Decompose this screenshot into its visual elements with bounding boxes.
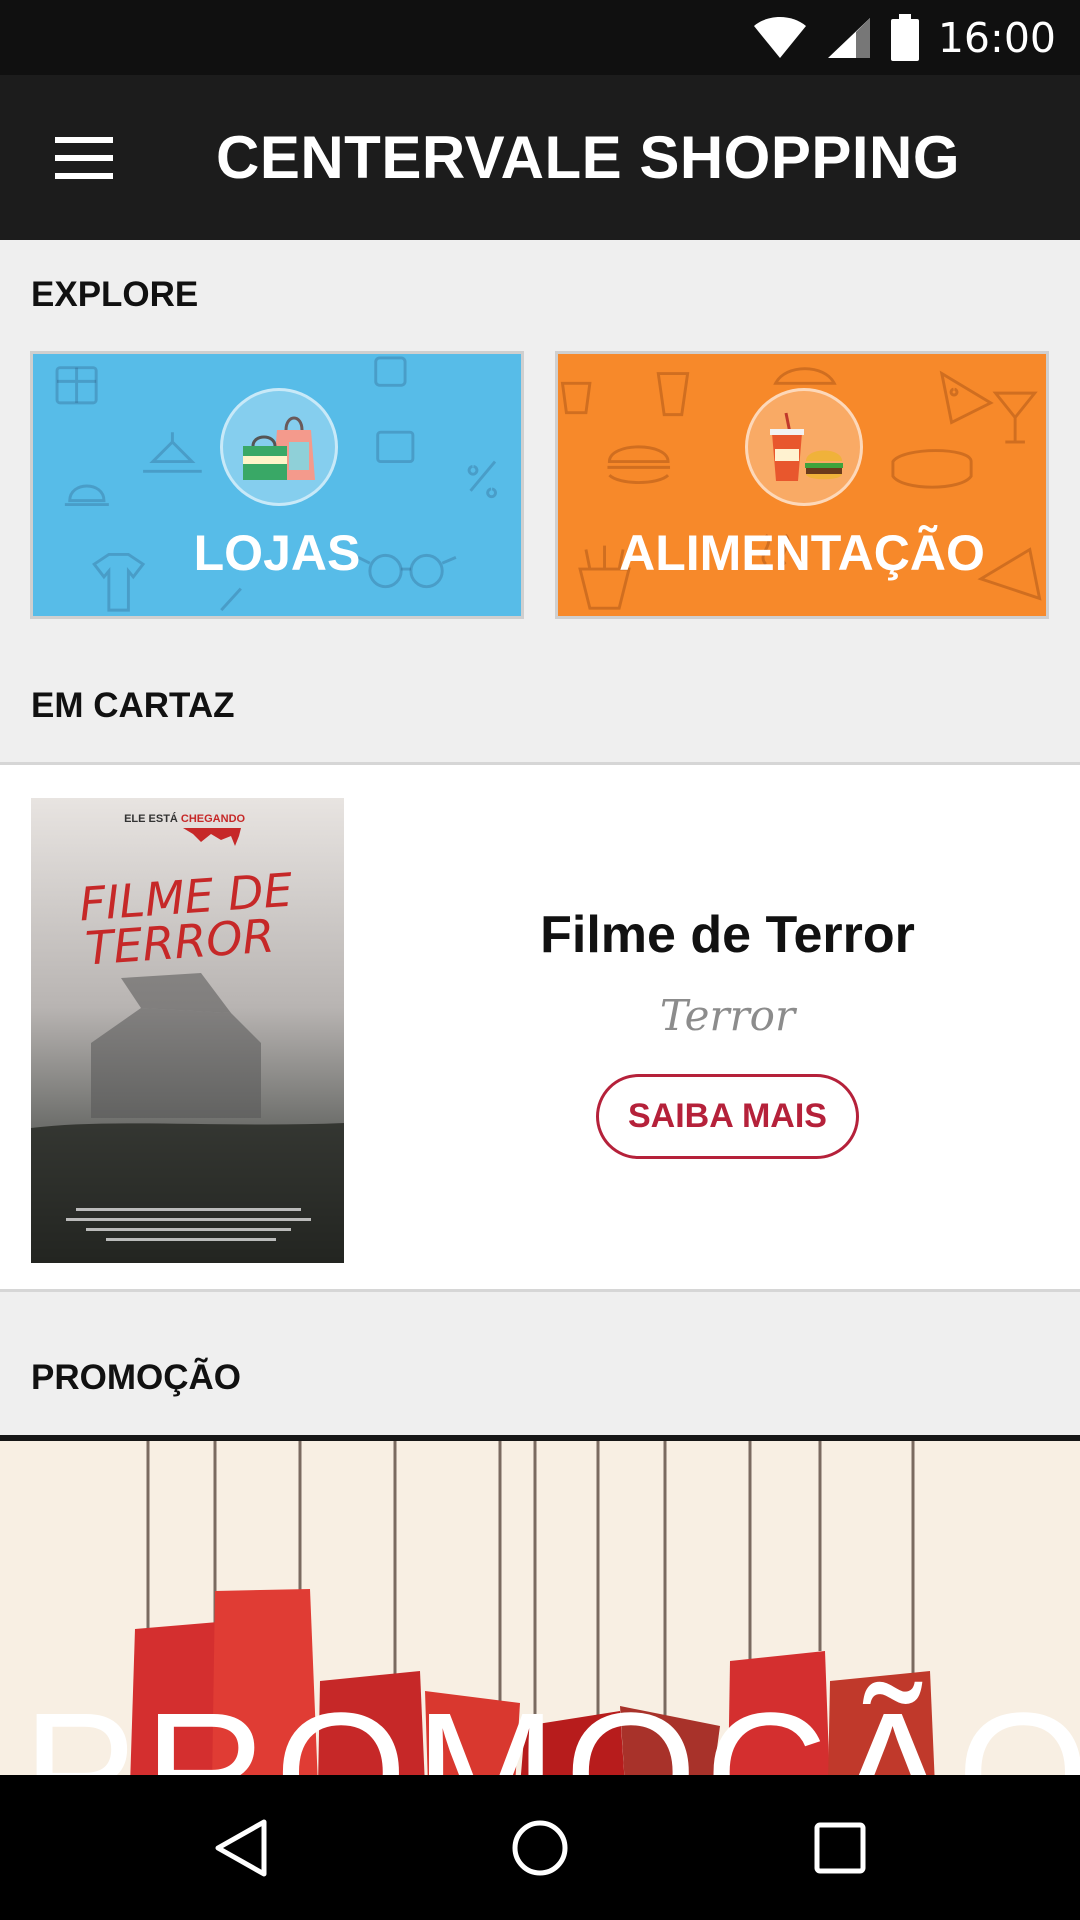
hamburger-menu-icon bbox=[55, 137, 113, 179]
promo-banner-image: PROMOÇÃO bbox=[23, 1441, 1080, 1775]
horror-poster-image: ELE ESTÁ CHEGANDO FILME DE TERROR bbox=[31, 798, 344, 1263]
alimentacao-label: ALIMENTAÇÃO bbox=[619, 525, 985, 581]
poster-tagline: ELE ESTÁ bbox=[124, 812, 178, 825]
clock: 16:00 bbox=[937, 13, 1056, 62]
em-cartaz-heading: EM CARTAZ bbox=[31, 686, 235, 725]
recents-icon bbox=[814, 1822, 866, 1874]
status-bar: 16:00 bbox=[0, 0, 1080, 75]
saiba-mais-button[interactable]: SAIBA MAIS bbox=[596, 1074, 859, 1159]
wifi-icon bbox=[753, 16, 806, 58]
alimentacao-tile[interactable]: ALIMENTAÇÃO bbox=[555, 351, 1049, 619]
recents-button[interactable] bbox=[780, 1803, 900, 1893]
food-drink-icon bbox=[770, 412, 843, 481]
poster-tagline-highlight: CHEGANDO bbox=[181, 813, 246, 825]
lojas-label: LOJAS bbox=[193, 525, 361, 581]
movie-info: Filme de Terror Terror SAIBA MAIS bbox=[400, 765, 1055, 1289]
home-button[interactable] bbox=[480, 1803, 600, 1893]
promo-banner-text: PROMOÇÃO bbox=[23, 1678, 1080, 1775]
lojas-tile[interactable]: LOJAS bbox=[30, 351, 524, 619]
home-icon bbox=[512, 1820, 568, 1876]
status-icons: 16:00 bbox=[752, 0, 1056, 75]
signal-icon bbox=[827, 17, 870, 58]
menu-button[interactable] bbox=[36, 115, 132, 201]
promocao-heading: PROMOÇÃO bbox=[31, 1358, 241, 1397]
lojas-icon-circle bbox=[220, 388, 338, 506]
movie-poster[interactable]: ELE ESTÁ CHEGANDO FILME DE TERROR bbox=[31, 798, 344, 1263]
movie-title: Filme de Terror bbox=[540, 906, 915, 964]
back-icon bbox=[215, 1819, 267, 1877]
app-title: CENTERVALE SHOPPING bbox=[216, 124, 961, 191]
movie-card: ELE ESTÁ CHEGANDO FILME DE TERROR Filme … bbox=[0, 762, 1080, 1292]
back-button[interactable] bbox=[180, 1803, 300, 1893]
alimentacao-icon-circle bbox=[745, 388, 863, 506]
promo-banner[interactable]: PROMOÇÃO bbox=[0, 1435, 1080, 1775]
shopping-bags-icon bbox=[243, 416, 315, 480]
explore-heading: EXPLORE bbox=[31, 275, 199, 314]
movie-genre: Terror bbox=[659, 991, 796, 1040]
navigation-bar bbox=[0, 1775, 1080, 1920]
app-bar: CENTERVALE SHOPPING bbox=[0, 75, 1080, 240]
battery-icon bbox=[890, 13, 919, 61]
